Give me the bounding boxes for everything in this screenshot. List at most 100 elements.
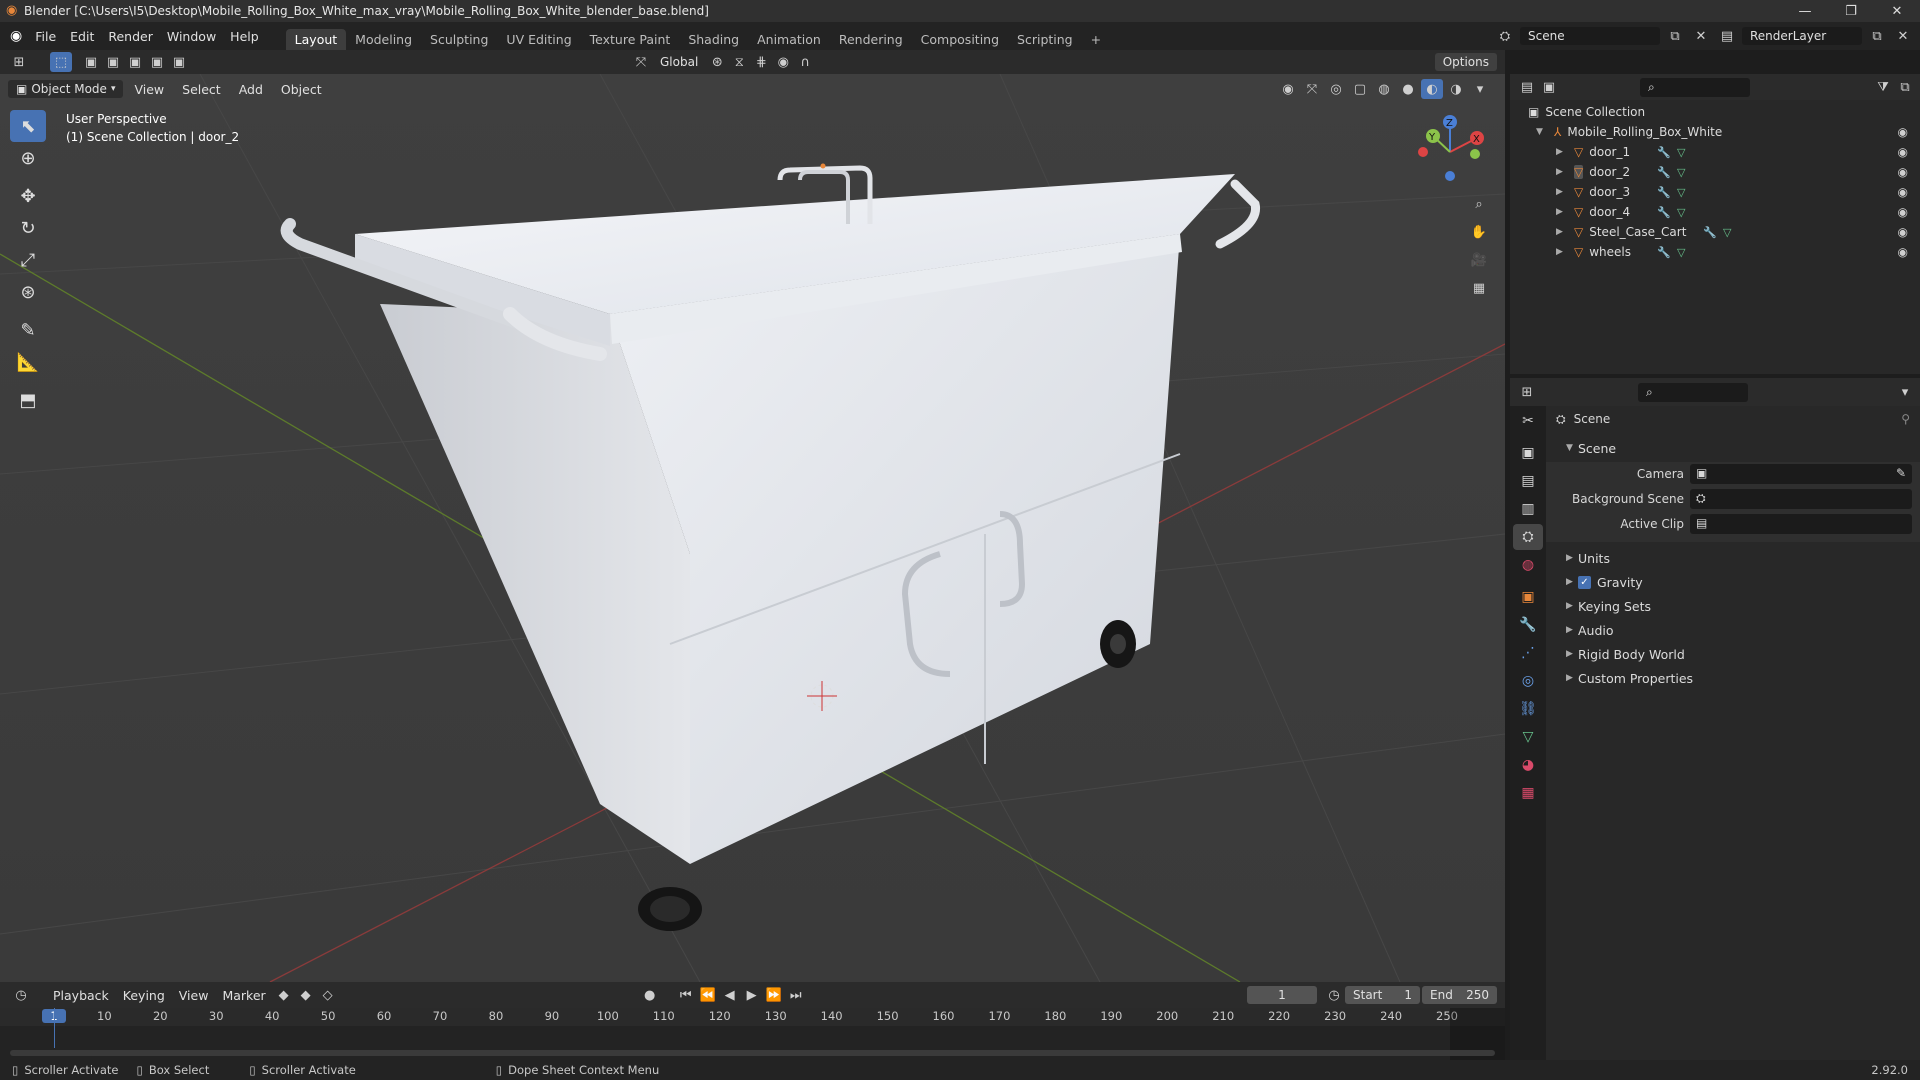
eye-icon[interactable]: ◉ xyxy=(1898,225,1908,239)
falloff-icon[interactable]: ∩ xyxy=(794,52,816,72)
world-tab-icon[interactable]: ◍ xyxy=(1513,552,1543,578)
transform-tool-icon[interactable]: ⊛ xyxy=(10,276,46,308)
mode-dropdown[interactable]: ▣ Object Mode ▾ xyxy=(8,80,124,98)
preview-range-icon[interactable]: ◷ xyxy=(1323,985,1345,1005)
timeline-menu-view[interactable]: View xyxy=(172,988,216,1003)
timeline-menu-playback[interactable]: Playback xyxy=(46,988,116,1003)
particles-tab-icon[interactable]: ⋰ xyxy=(1513,640,1543,666)
render-tab-icon[interactable]: ▣ xyxy=(1513,440,1543,466)
rigid-body-world-panel-header[interactable]: ▶ Rigid Body World xyxy=(1546,642,1920,666)
snap-target-icon[interactable]: ⋕ xyxy=(750,52,772,72)
tab-modeling[interactable]: Modeling xyxy=(346,29,421,50)
outliner-row-scene-collection[interactable]: ▣ Scene Collection xyxy=(1510,102,1920,122)
overlays-icon[interactable]: ◎ xyxy=(1325,79,1347,99)
expand-right-icon[interactable]: ▶ xyxy=(1556,167,1568,177)
tab-shading[interactable]: Shading xyxy=(679,29,748,50)
custom-properties-panel-header[interactable]: ▶ Custom Properties xyxy=(1546,666,1920,690)
jump-start-icon[interactable]: ⏮ xyxy=(675,985,697,1005)
outliner-search-input[interactable]: ⌕ xyxy=(1640,77,1750,97)
display-mode-icon[interactable]: ▣ xyxy=(1538,77,1560,97)
view-layer-tab-icon[interactable]: ▥ xyxy=(1513,496,1543,522)
maximize-icon[interactable]: ❐ xyxy=(1828,0,1874,22)
eyedropper-icon[interactable]: ✎ xyxy=(1896,466,1906,480)
expand-right-icon[interactable]: ▶ xyxy=(1556,247,1568,257)
expand-right-icon[interactable]: ▶ xyxy=(1556,187,1568,197)
rotate-tool-icon[interactable]: ↻ xyxy=(10,212,46,244)
chevron-down-icon[interactable]: ▾ xyxy=(1894,382,1916,402)
move-tool-icon[interactable]: ✥ xyxy=(10,180,46,212)
tool-tab-icon[interactable]: ✂ xyxy=(1513,408,1543,434)
snap-icon[interactable]: ⧖ xyxy=(728,52,750,72)
outliner-editor-type-icon[interactable]: ▤ xyxy=(1516,77,1538,97)
physics-tab-icon[interactable]: ◎ xyxy=(1513,668,1543,694)
pin-icon[interactable]: ⚲ xyxy=(1901,412,1910,426)
expand-right-icon[interactable]: ▶ xyxy=(1556,207,1568,217)
outliner-row-wheels[interactable]: ▶ ▽ wheels 🔧 ▽ ◉ xyxy=(1510,242,1920,262)
constraints-tab-icon[interactable]: ⛓ xyxy=(1513,696,1543,722)
modifier-tab-icon[interactable]: 🔧 xyxy=(1513,612,1543,638)
tab-layout[interactable]: Layout xyxy=(285,29,347,50)
tab-animation[interactable]: Animation xyxy=(748,29,830,50)
wireframe-shading-icon[interactable]: ◍ xyxy=(1373,79,1395,99)
select-mode-invert-icon[interactable]: ▣ xyxy=(146,52,168,72)
view-layer-selector[interactable]: RenderLayer xyxy=(1742,27,1862,45)
visibility-icon[interactable]: ◉ xyxy=(1277,79,1299,99)
jump-end-icon[interactable]: ⏭ xyxy=(785,985,807,1005)
view-layer-icon[interactable]: ▤ xyxy=(1716,26,1738,46)
viewport-menu-view[interactable]: View xyxy=(127,82,171,97)
eye-icon[interactable]: ◉ xyxy=(1898,245,1908,259)
delete-view-layer-icon[interactable]: ✕ xyxy=(1892,26,1914,46)
expand-down-icon[interactable]: ▼ xyxy=(1536,127,1548,137)
jump-keyframe-back-icon[interactable]: ⏪ xyxy=(697,985,719,1005)
keying-sets-panel-header[interactable]: ▶ Keying Sets xyxy=(1546,594,1920,618)
close-icon[interactable]: ✕ xyxy=(1874,0,1920,22)
object-tab-icon[interactable]: ▣ xyxy=(1513,584,1543,610)
rendered-shading-icon[interactable]: ◑ xyxy=(1445,79,1467,99)
outliner-row-collection[interactable]: ▼ ⅄ Mobile_Rolling_Box_White ◉ xyxy=(1510,122,1920,142)
new-view-layer-icon[interactable]: ⧉ xyxy=(1866,26,1888,46)
annotate-tool-icon[interactable]: ✎ xyxy=(10,314,46,346)
units-panel-header[interactable]: ▶ Units xyxy=(1546,546,1920,570)
gravity-checkbox[interactable]: ✓ xyxy=(1578,575,1591,589)
ortho-grid-icon[interactable]: ▦ xyxy=(1468,278,1490,298)
viewport-menu-add[interactable]: Add xyxy=(232,82,270,97)
outliner-row-door-1[interactable]: ▶ ▽ door_1 🔧 ▽ ◉ xyxy=(1510,142,1920,162)
options-dropdown[interactable]: Options xyxy=(1434,53,1497,71)
eye-icon[interactable]: ◉ xyxy=(1898,125,1908,139)
tab-uv-editing[interactable]: UV Editing xyxy=(497,29,580,50)
properties-editor-type-icon[interactable]: ⊞ xyxy=(1516,382,1538,402)
filter-icon[interactable]: ⧩ xyxy=(1872,77,1894,97)
pan-hand-icon[interactable]: ✋ xyxy=(1468,222,1490,242)
zoom-icon[interactable]: ⌕ xyxy=(1468,194,1490,214)
keyframe-icon[interactable]: ◆ xyxy=(273,985,295,1005)
background-scene-field[interactable]: ⛭ xyxy=(1690,489,1912,509)
material-tab-icon[interactable]: ◕ xyxy=(1513,752,1543,778)
delete-scene-icon[interactable]: ✕ xyxy=(1690,26,1712,46)
current-frame-field[interactable]: 1 xyxy=(1247,986,1317,1004)
expand-right-icon[interactable]: ▶ xyxy=(1556,227,1568,237)
proportional-edit-icon[interactable]: ◉ xyxy=(772,52,794,72)
viewport-menu-object[interactable]: Object xyxy=(274,82,329,97)
select-tool-icon[interactable]: ⬉ xyxy=(10,110,46,142)
select-mode-subtract-icon[interactable]: ▣ xyxy=(124,52,146,72)
gravity-panel-header[interactable]: ▶ ✓ Gravity xyxy=(1546,570,1920,594)
scene-tab-icon[interactable]: ⛭ xyxy=(1513,524,1543,550)
camera-field[interactable]: ▣ ✎ xyxy=(1690,464,1912,484)
tab-texture-paint[interactable]: Texture Paint xyxy=(581,29,680,50)
new-scene-icon[interactable]: ⧉ xyxy=(1664,26,1686,46)
select-mode-new-icon[interactable]: ▣ xyxy=(80,52,102,72)
cursor-tool-icon[interactable]: ⊕ xyxy=(10,142,46,174)
menu-help[interactable]: Help xyxy=(223,29,266,44)
menu-edit[interactable]: Edit xyxy=(63,29,101,44)
minimize-icon[interactable]: — xyxy=(1782,0,1828,22)
3d-viewport[interactable]: ▣ Object Mode ▾ View Select Add Object ◉… xyxy=(0,74,1505,982)
navigation-gizmo[interactable]: Z X Y xyxy=(1415,114,1485,184)
gizmo-toggle-icon[interactable]: ⤧ xyxy=(1301,79,1323,99)
tab-scripting[interactable]: Scripting xyxy=(1008,29,1082,50)
timeline-track[interactable]: 1102030405060708090100110120130140150160… xyxy=(0,1008,1505,1060)
add-workspace-icon[interactable]: + xyxy=(1082,29,1110,50)
select-mode-intersect-icon[interactable]: ▣ xyxy=(168,52,190,72)
eye-icon[interactable]: ◉ xyxy=(1898,205,1908,219)
scene-panel-header[interactable]: ▼ Scene xyxy=(1546,436,1920,460)
keyframe-insert-icon[interactable]: ◆ xyxy=(295,985,317,1005)
